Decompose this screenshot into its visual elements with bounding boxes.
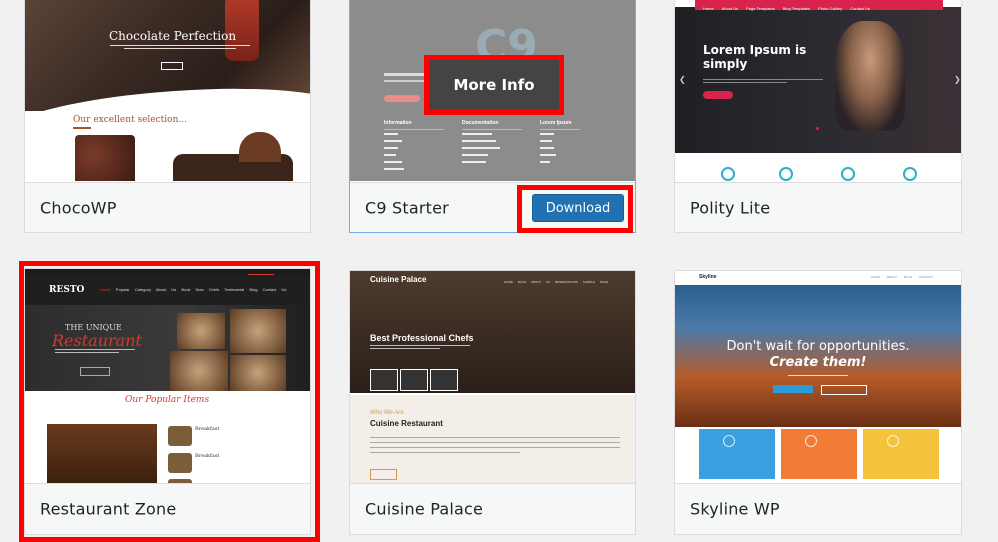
theme-screenshot[interactable]: Home About Us Page Templates Blog Templates…	[675, 0, 961, 181]
theme-label-bar: ChocoWP	[25, 182, 310, 232]
section-underline	[73, 127, 91, 129]
preview-tagline	[675, 375, 961, 376]
theme-screenshot[interactable]: Chocolate Perfection Our excellent selec…	[25, 0, 310, 181]
food-photo	[177, 313, 225, 349]
feature-box	[781, 429, 857, 479]
section-title: Cuisine Restaurant	[370, 419, 443, 428]
food-photo	[230, 309, 286, 353]
theme-label-bar: Polity Lite	[675, 182, 961, 232]
food-photo	[47, 424, 157, 484]
gallery-thumb	[430, 369, 458, 391]
preview-button-secondary	[821, 385, 867, 395]
feature-icon	[721, 167, 735, 181]
theme-label-bar: Cuisine Palace	[350, 483, 635, 534]
feature-icon	[779, 167, 793, 181]
theme-screenshot[interactable]: Skyline HOME ABOUT BLOG CONTACT Don't wa…	[675, 271, 961, 485]
food-photo	[230, 355, 286, 391]
theme-name: Cuisine Palace	[365, 499, 484, 519]
preview-nav: Home About Us Page Templates Blog Templates…	[695, 0, 943, 11]
preview-button-primary	[773, 385, 813, 393]
preview-logo: RESTO	[49, 285, 85, 295]
feature-box	[863, 429, 939, 479]
preview-subtitle	[110, 45, 250, 49]
preview-logo: Cuisine Palace	[370, 275, 427, 284]
download-button[interactable]: Download	[532, 194, 624, 222]
feature-icon	[903, 167, 917, 181]
preview-menu: Home Popular Category About Us Book Now …	[100, 287, 287, 292]
feature-icon	[887, 435, 899, 447]
gallery-thumb	[400, 369, 428, 391]
theme-name: Restaurant Zone	[40, 499, 177, 519]
preview-button	[384, 95, 420, 102]
theme-screenshot[interactable]: Cuisine Palace HOME BLOG ABOUT US RESERV…	[350, 271, 635, 485]
feature-icon	[805, 435, 817, 447]
preview-button	[161, 62, 183, 70]
theme-name: C9 Starter	[365, 198, 449, 217]
feature-icon	[723, 435, 735, 447]
preview-logo: Skyline	[699, 274, 717, 280]
preview-subtitle	[370, 345, 470, 349]
preview-subtitle	[703, 79, 823, 83]
item-name: Breakfast	[195, 426, 220, 432]
preview-section-title: Our excellent selection...	[73, 115, 187, 125]
item-photo	[168, 426, 192, 446]
slider-dot	[816, 127, 819, 130]
chevron-right-icon: ❯	[954, 75, 961, 84]
theme-screenshot[interactable]: C9 Information Documentation Lorem Ipsum	[350, 0, 635, 181]
docs-column: Documentation	[462, 119, 522, 163]
theme-card-cuisine-palace[interactable]: Cuisine Palace HOME BLOG ABOUT US RESERV…	[349, 270, 636, 535]
preview-button	[80, 367, 110, 376]
preview-title: Chocolate Perfection	[109, 29, 237, 43]
theme-card-chocowp[interactable]: Chocolate Perfection Our excellent selec…	[24, 0, 311, 233]
chocolate-image	[75, 135, 135, 181]
gallery-thumb	[370, 369, 398, 391]
preview-title: Restaurant	[52, 331, 142, 350]
chevron-left-icon: ❮	[679, 75, 686, 84]
theme-card-polity-lite[interactable]: Home About Us Page Templates Blog Templates…	[674, 0, 962, 233]
theme-name: Polity Lite	[690, 198, 771, 217]
feature-box	[699, 429, 775, 479]
info-column: Information	[384, 119, 444, 170]
theme-label-bar: Skyline WP	[675, 483, 961, 534]
theme-label-bar: Restaurant Zone	[25, 483, 310, 534]
preview-subtitle	[55, 349, 135, 353]
person-photo	[835, 21, 905, 131]
section-script: Who We Are	[370, 410, 404, 416]
preview-subtitle: Create them!	[769, 355, 867, 370]
food-photo	[170, 351, 228, 391]
preview-button	[370, 469, 397, 480]
preview-title: Lorem Ipsum is simply	[703, 43, 807, 71]
item-name: Breakfast	[195, 453, 220, 459]
popular-title: Our Popular Items	[125, 395, 210, 405]
preview-title: Best Professional Chefs	[370, 333, 474, 343]
preview-menu: HOME BLOG ABOUT US RESERVATIONS SAMPLE P…	[504, 280, 608, 284]
more-info-overlay[interactable]: More Info	[429, 60, 559, 110]
section-text	[370, 437, 620, 453]
theme-card-restaurant-zone[interactable]: RESTO Home Popular Category About Us Boo…	[24, 268, 311, 535]
theme-screenshot[interactable]: RESTO Home Popular Category About Us Boo…	[25, 269, 310, 485]
item-photo	[168, 453, 192, 473]
theme-card-skyline-wp[interactable]: Skyline HOME ABOUT BLOG CONTACT Don't wa…	[674, 270, 962, 535]
lorem-column: Lorem Ipsum	[540, 119, 580, 163]
feature-icon	[841, 167, 855, 181]
preview-button	[703, 91, 733, 99]
theme-name: ChocoWP	[40, 198, 117, 217]
preview-menu: HOME ABOUT BLOG CONTACT	[871, 275, 934, 279]
cake-image	[239, 132, 281, 162]
theme-name: Skyline WP	[690, 499, 780, 519]
preview-title: Don't wait for opportunities.	[726, 339, 910, 354]
